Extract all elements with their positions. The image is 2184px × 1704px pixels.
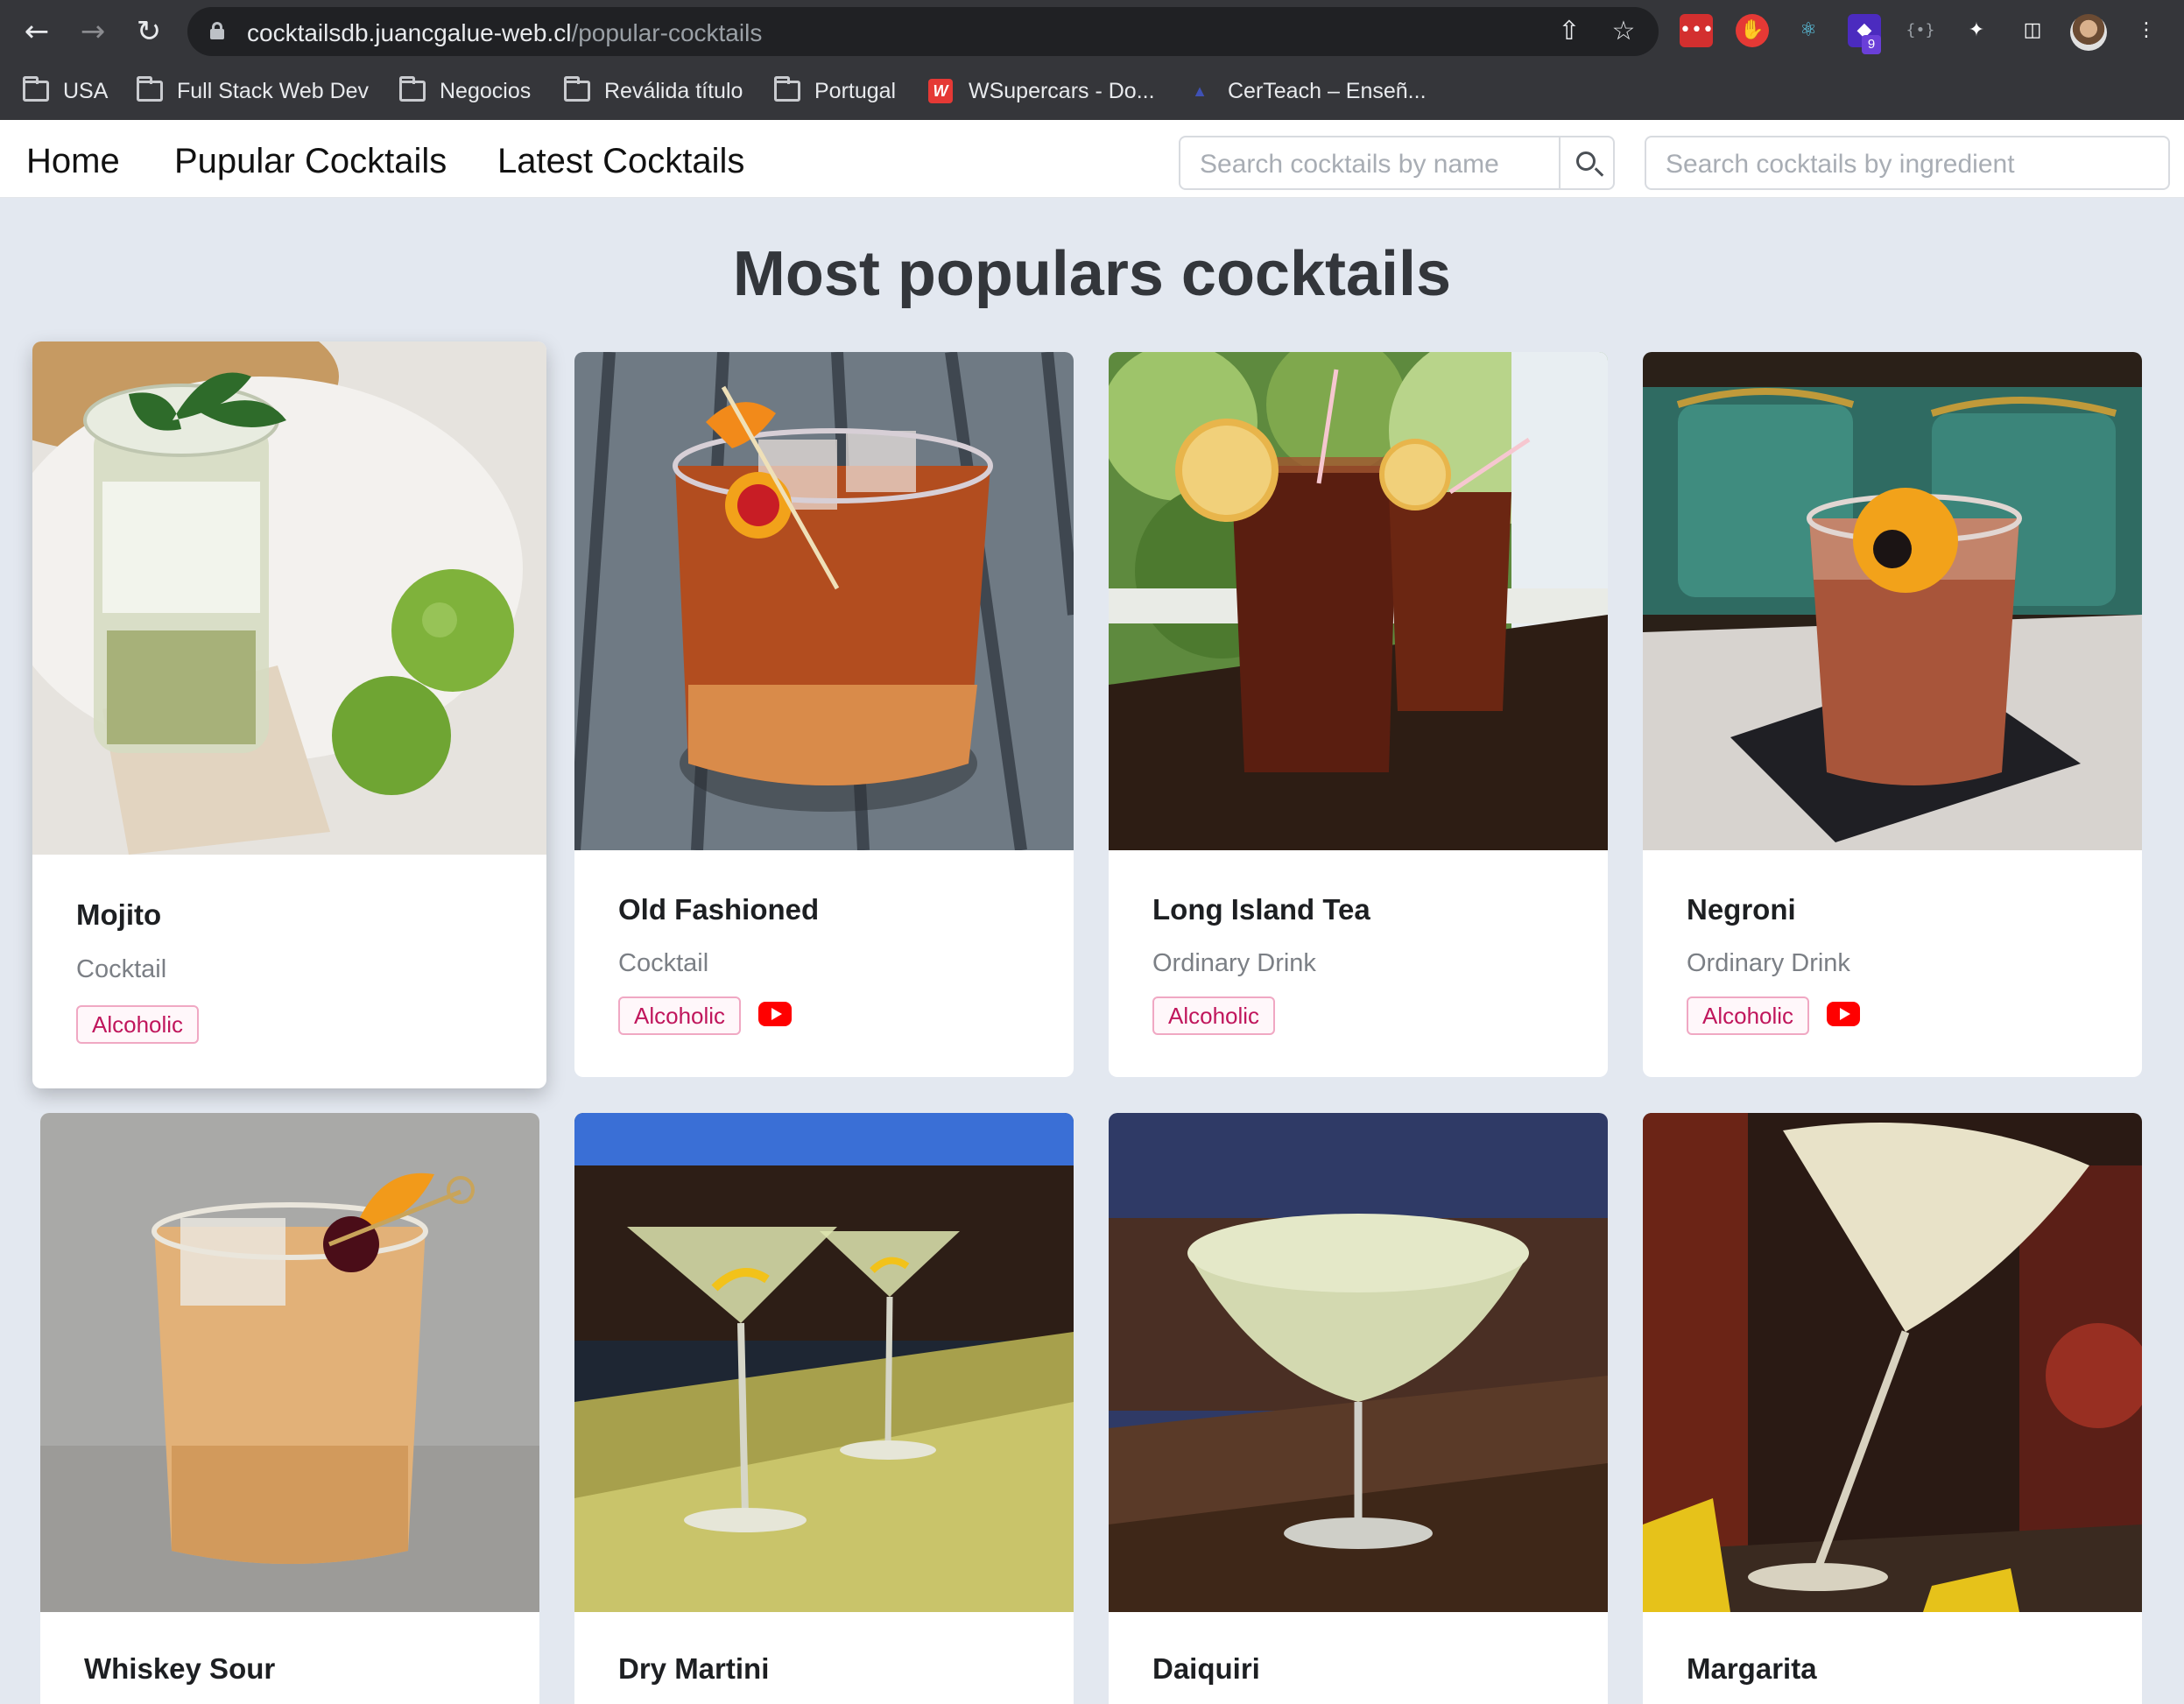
cocktail-name: Negroni bbox=[1687, 893, 1796, 926]
site-navbar: Home Pupular Cocktails Latest Cocktails … bbox=[0, 120, 2184, 198]
react-devtools-icon[interactable]: ⚛ bbox=[1792, 14, 1825, 47]
json-viewer-icon[interactable]: {•} bbox=[1904, 14, 1937, 47]
folder-icon bbox=[564, 76, 590, 102]
alcoholic-badge: Alcoholic bbox=[618, 996, 742, 1035]
nav-latest-link[interactable]: Latest Cocktails bbox=[497, 142, 744, 181]
long-island-tea-photo bbox=[1109, 352, 1608, 850]
cocktail-card-dry-martini[interactable]: Dry Martini bbox=[574, 1113, 1074, 1704]
extension-badge: 9 bbox=[1862, 35, 1881, 54]
cocktail-name: Old Fashioned bbox=[618, 893, 820, 926]
cocktail-name: Whiskey Sour bbox=[84, 1652, 276, 1685]
cocktail-name: Dry Martini bbox=[618, 1652, 770, 1685]
folder-icon bbox=[399, 76, 426, 102]
old-fashioned-photo bbox=[574, 352, 1074, 850]
cocktail-card-old-fashioned[interactable]: Old Fashioned Cocktail Alcoholic bbox=[574, 352, 1074, 1077]
extension-dots-icon[interactable]: ••• bbox=[1680, 14, 1714, 47]
alcoholic-badge: Alcoholic bbox=[76, 1005, 200, 1044]
cocktail-card-daiquiri[interactable]: Daiquiri bbox=[1109, 1113, 1608, 1704]
bookmark-certeach[interactable]: ▲ CerTeach – Enseñ... bbox=[1187, 74, 1426, 109]
cocktail-name: Long Island Tea bbox=[1152, 893, 1370, 926]
browser-chrome: ← → ↻ cocktailsdb.juancgalue-web.cl/popu… bbox=[0, 0, 2184, 120]
youtube-icon[interactable] bbox=[1827, 1002, 1860, 1026]
bookmark-full-stack-web-dev[interactable]: Full Stack Web Dev bbox=[137, 74, 369, 109]
forward-arrow-icon[interactable]: → bbox=[74, 12, 112, 51]
back-arrow-icon[interactable]: ← bbox=[18, 12, 56, 51]
url-text: cocktailsdb.juancgalue-web.cl/popular-co… bbox=[247, 19, 763, 46]
share-icon[interactable]: ⇧ bbox=[1553, 16, 1585, 47]
bookmark-negocios[interactable]: Negocios bbox=[399, 74, 531, 109]
folder-icon bbox=[137, 76, 163, 102]
search-by-ingredient-placeholder: Search cocktails by ingredient bbox=[1666, 150, 2015, 179]
nav-popular-link[interactable]: Pupular Cocktails bbox=[174, 142, 447, 181]
alcoholic-badge: Alcoholic bbox=[1152, 996, 1276, 1035]
cocktail-category: Cocktail bbox=[618, 949, 709, 977]
adblock-hand-icon[interactable]: ✋ bbox=[1736, 14, 1769, 47]
search-by-name-placeholder: Search cocktails by name bbox=[1200, 150, 1499, 179]
menu-kebab-icon[interactable]: ⋮ bbox=[2130, 14, 2163, 47]
alcoholic-badge: Alcoholic bbox=[1687, 996, 1810, 1035]
page-title: Most populars cocktails bbox=[732, 239, 1452, 309]
bookmark-revalida-titulo[interactable]: Reválida título bbox=[564, 74, 743, 109]
cocktail-card-margarita[interactable]: Margarita bbox=[1643, 1113, 2142, 1704]
bookmark-star-icon[interactable]: ☆ bbox=[1608, 16, 1639, 47]
search-by-name-input[interactable]: Search cocktails by name bbox=[1179, 136, 1615, 190]
cocktail-card-negroni[interactable]: Negroni Ordinary Drink Alcoholic bbox=[1643, 352, 2142, 1077]
bookmark-wsupercars[interactable]: W WSupercars - Do... bbox=[928, 74, 1155, 109]
cocktail-card-whiskey-sour[interactable]: Whiskey Sour bbox=[40, 1113, 539, 1704]
cocktail-name: Mojito bbox=[76, 898, 162, 931]
daiquiri-photo bbox=[1109, 1113, 1608, 1612]
whiskey-sour-photo bbox=[40, 1113, 539, 1612]
puzzle-extensions-icon[interactable]: ✦ bbox=[1960, 14, 1993, 47]
wsupercars-icon: W bbox=[928, 79, 953, 103]
search-by-ingredient-input[interactable]: Search cocktails by ingredient bbox=[1645, 136, 2170, 190]
youtube-icon[interactable] bbox=[758, 1002, 792, 1026]
mojito-photo bbox=[32, 342, 546, 855]
dry-martini-photo bbox=[574, 1113, 1074, 1612]
cocktail-card-long-island-tea[interactable]: Long Island Tea Ordinary Drink Alcoholic bbox=[1109, 352, 1608, 1077]
bookmark-usa[interactable]: USA bbox=[23, 74, 108, 109]
profile-avatar[interactable] bbox=[2070, 14, 2107, 51]
cocktail-name: Daiquiri bbox=[1152, 1652, 1260, 1685]
folder-icon bbox=[23, 76, 49, 102]
lock-icon bbox=[210, 22, 224, 39]
search-button[interactable] bbox=[1559, 137, 1613, 188]
bookmarks-bar: USA Full Stack Web Dev Negocios Reválida… bbox=[0, 63, 2184, 119]
margarita-photo bbox=[1643, 1113, 2142, 1612]
address-bar[interactable]: cocktailsdb.juancgalue-web.cl/popular-co… bbox=[187, 7, 1659, 56]
search-icon bbox=[1576, 151, 1596, 171]
bookmark-portugal[interactable]: Portugal bbox=[774, 74, 896, 109]
cocktail-category: Ordinary Drink bbox=[1687, 949, 1850, 977]
cocktail-name: Margarita bbox=[1687, 1652, 1817, 1685]
folder-icon bbox=[774, 76, 800, 102]
browser-toolbar: ← → ↻ cocktailsdb.juancgalue-web.cl/popu… bbox=[0, 0, 2184, 63]
nav-home-link[interactable]: Home bbox=[26, 142, 120, 181]
cocktail-category: Cocktail bbox=[76, 955, 167, 983]
cocktail-card-mojito[interactable]: Mojito Cocktail Alcoholic bbox=[32, 342, 546, 1088]
negroni-photo bbox=[1643, 352, 2142, 850]
side-panel-icon[interactable]: ◫ bbox=[2016, 14, 2049, 47]
certeach-icon: ▲ bbox=[1192, 82, 1208, 100]
reload-icon[interactable]: ↻ bbox=[130, 12, 168, 51]
cocktail-category: Ordinary Drink bbox=[1152, 949, 1316, 977]
